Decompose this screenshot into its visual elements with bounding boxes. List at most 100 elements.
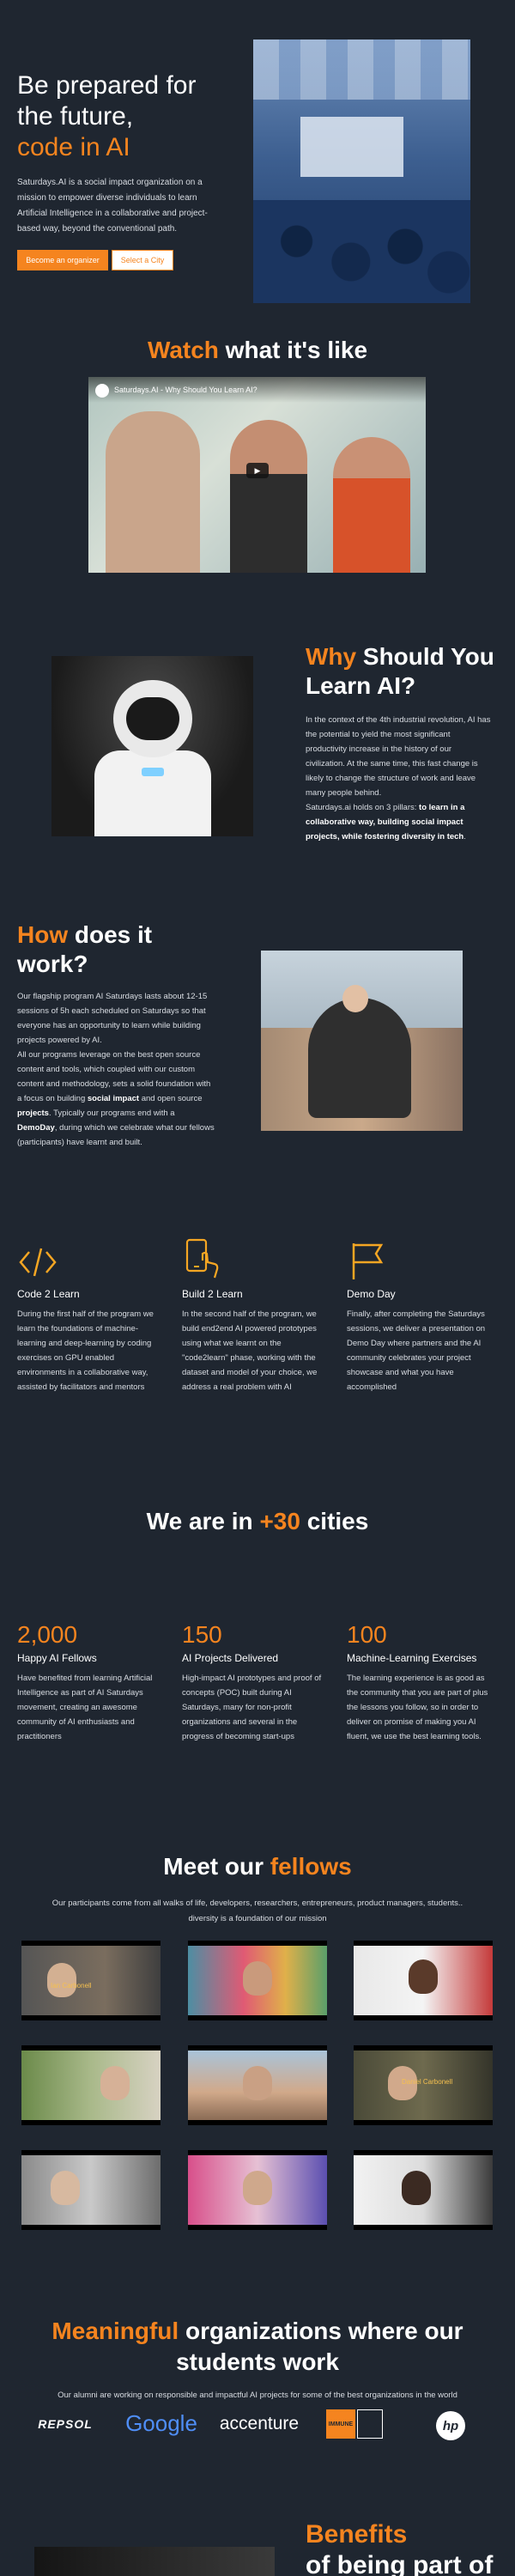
fellow-video-8-face (243, 2171, 272, 2205)
cape-person-photo (261, 951, 463, 1131)
why-heading-accent: Why (306, 643, 357, 670)
phase-text-build: In the second half of the program, we bu… (182, 1309, 318, 1392)
fellow-video-4-face (100, 2066, 130, 2100)
how-heading: How does it work? (17, 920, 206, 979)
watch-heading-accent: Watch (147, 337, 219, 363)
phase-text-demo: Finally, after completing the Saturdays … (347, 1309, 486, 1392)
phase-title-build: Build 2 Learn (182, 1288, 243, 1300)
hp-logo-text: hp (442, 2418, 459, 2433)
accenture-logo: accenture (215, 2409, 304, 2439)
stat-projects-label: AI Projects Delivered (182, 1652, 279, 1664)
video-title[interactable]: Saturdays.AI - Why Should You Learn AI? (114, 386, 258, 394)
benefits-heading-rest: of being part of (306, 2551, 494, 2576)
fellows-accent: fellows (270, 1853, 352, 1880)
stat-exercises-text: The learning experience is as good as th… (347, 1674, 488, 1741)
fellow-video-1[interactable]: Ian Carbonell (21, 1941, 161, 2020)
stat-exercises-number: 100 (347, 1621, 387, 1648)
fellow-video-1-caption: Ian Carbonell (51, 1982, 92, 1990)
orgs-heading: Meaningful organizations where our stude… (17, 2316, 498, 2378)
benefits-photo (34, 2547, 275, 2576)
why-paragraph-2: Saturdays.ai holds on 3 pillars: to lear… (306, 800, 493, 844)
stat-fellows-label: Happy AI Fellows (17, 1652, 97, 1664)
watch-heading-rest: what it's like (218, 337, 368, 363)
fellows-heading: Meet our fellows (0, 1853, 515, 1880)
robot-light (142, 768, 164, 776)
fellow-video-1-image (21, 1946, 161, 2015)
robot-visor (126, 697, 179, 740)
orgs-heading-accent: Meaningful (52, 2318, 179, 2344)
benefits-heading: Benefits of being part of (306, 2519, 494, 2576)
fellows-prefix: Meet our (163, 1853, 270, 1880)
fellow-video-7[interactable] (21, 2150, 161, 2230)
phase-text-code: During the first half of the program we … (17, 1309, 154, 1392)
cities-suffix: cities (300, 1508, 369, 1534)
projector-screen (300, 117, 403, 177)
hero-description: Saturdays.AI is a social impact organiza… (17, 178, 208, 234)
orgs-heading-rest: organizations where our students work (176, 2318, 464, 2375)
fellow-video-1-face (47, 1963, 76, 1997)
cities-count: +30 (259, 1508, 300, 1534)
video-player[interactable]: Saturdays.AI - Why Should You Learn AI? … (88, 377, 426, 573)
how-p2-b2: projects (17, 1109, 49, 1118)
how-text: Our flagship program AI Saturdays lasts … (17, 989, 216, 1150)
video-person-center (230, 420, 307, 573)
stat-projects-text: High-impact AI prototypes and proof of c… (182, 1674, 322, 1741)
benefits-heading-accent: Benefits (306, 2520, 408, 2549)
accenture-logo-text: accenture (219, 2414, 300, 2433)
play-icon[interactable]: ▶ (246, 463, 269, 478)
hero-title-line2: the future, (17, 102, 134, 131)
repsol-logo: REPSOL (22, 2411, 108, 2437)
fellow-video-3[interactable] (354, 1941, 493, 2020)
watch-heading: Watch what it's like (0, 337, 515, 364)
become-organizer-button[interactable]: Become an organizer (17, 250, 108, 270)
fellow-video-4[interactable] (21, 2045, 161, 2125)
google-logo-text: Google (125, 2409, 197, 2436)
cities-prefix: We are in (146, 1508, 260, 1534)
fellow-video-2[interactable] (188, 1941, 327, 2020)
code-icon (19, 1248, 57, 1277)
video-person-right (333, 437, 410, 573)
immune-logo-mark: IMMUNE (326, 2409, 355, 2439)
audience (253, 200, 470, 303)
why-p2-end: . (464, 832, 466, 841)
fellow-video-9[interactable] (354, 2150, 493, 2230)
how-p2-c: and open source (139, 1094, 203, 1103)
how-paragraph-2: All our programs leverage on the best op… (17, 1048, 216, 1150)
phase-title-code: Code 2 Learn (17, 1288, 80, 1300)
why-paragraph-1: In the context of the 4th industrial rev… (306, 715, 491, 798)
robot-body (94, 750, 211, 836)
how-p2-d: . Typically our programs end with a (48, 1109, 175, 1118)
fellow-video-8[interactable] (188, 2150, 327, 2230)
fellow-video-6[interactable]: Daniel Carbonell (354, 2045, 493, 2125)
hero-title-line1: Be prepared for (17, 71, 197, 100)
immune-logo-text: IMMUNE (328, 2421, 354, 2427)
fellow-video-4-image (21, 2050, 161, 2120)
stat-projects-number: 150 (182, 1621, 222, 1648)
hero-classroom-photo (253, 39, 470, 303)
hero-title: Be prepared for the future, code in AI (17, 70, 240, 163)
repsol-logo-text: REPSOL (38, 2417, 93, 2431)
why-p2-start: Saturdays.ai holds on 3 pillars: (306, 803, 420, 812)
how-paragraph-1: Our flagship program AI Saturdays lasts … (17, 992, 208, 1045)
phone-touch-icon (185, 1238, 219, 1279)
fellow-video-5-face (243, 2066, 272, 2100)
fellow-video-9-face (402, 2171, 431, 2205)
fellow-video-7-face (51, 2171, 80, 2205)
stat-exercises-label: Machine-Learning Exercises (347, 1652, 477, 1664)
fellow-video-5[interactable] (188, 2045, 327, 2125)
immune-logo-box (357, 2409, 383, 2439)
how-p2-b1: social impact (87, 1094, 140, 1103)
orgs-description: Our alumni are working on responsible an… (58, 2391, 457, 2400)
fellow-video-6-caption: Daniel Carbonell (402, 2078, 453, 2086)
hero-title-accent: code in AI (17, 133, 130, 161)
google-logo: Google (118, 2408, 204, 2439)
fellows-description: Our participants come from all walks of … (52, 1899, 464, 1923)
how-heading-accent: How (17, 921, 69, 948)
fellow-video-3-face (409, 1959, 438, 1994)
channel-logo-icon[interactable] (95, 384, 109, 398)
ceiling-lamps (253, 39, 470, 100)
select-city-button[interactable]: Select a City (112, 250, 173, 270)
photo-cape (308, 998, 411, 1118)
photo-face (342, 985, 368, 1012)
cities-heading: We are in +30 cities (0, 1508, 515, 1535)
